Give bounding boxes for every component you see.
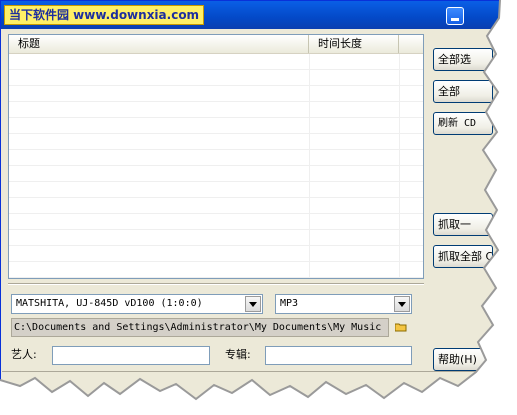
torn-edge-overlay xyxy=(0,0,517,415)
